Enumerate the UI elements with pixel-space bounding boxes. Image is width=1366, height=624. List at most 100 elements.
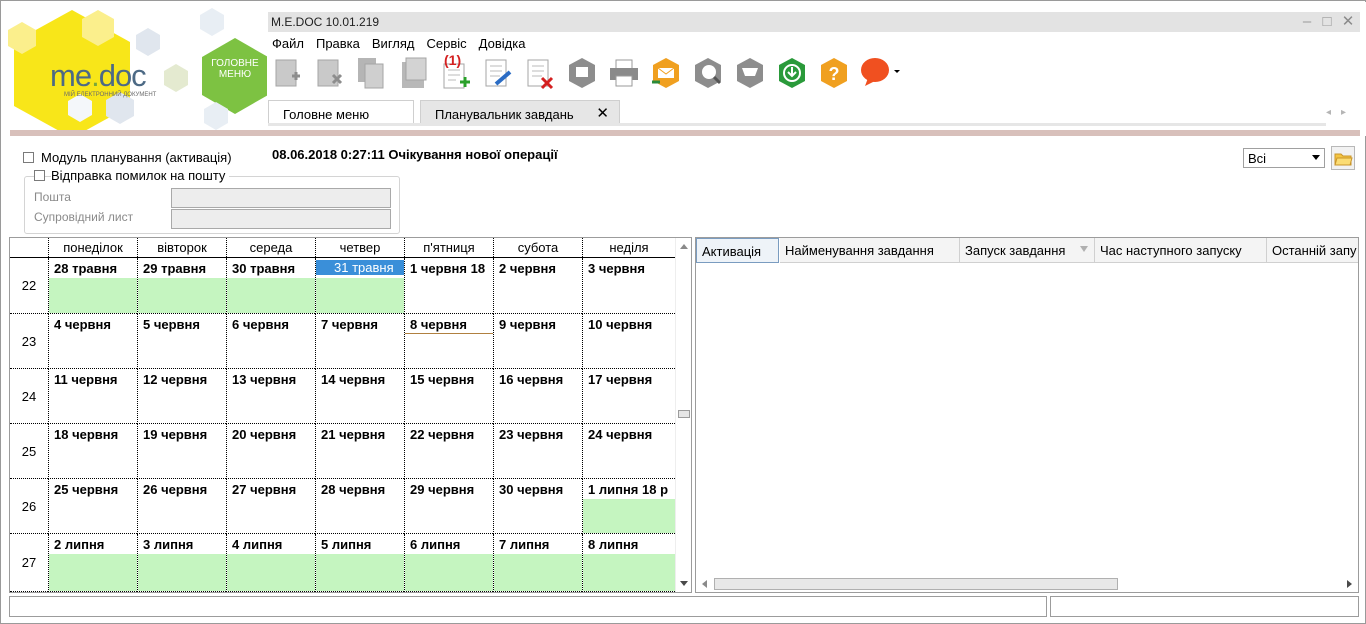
column-header-task-name[interactable]: Найменування завдання: [780, 238, 960, 263]
send-errors-checkbox[interactable]: [34, 170, 45, 181]
calendar-day-cell[interactable]: 29 травня: [137, 258, 226, 314]
calendar-date-label: 31 травня: [316, 260, 404, 275]
calendar-day-cell[interactable]: 7 липня: [493, 534, 582, 592]
filter-icon[interactable]: [1080, 246, 1088, 252]
menu-edit[interactable]: Правка: [316, 36, 360, 52]
receive-icon[interactable]: [692, 56, 724, 90]
column-header-last-run[interactable]: Останній запу: [1267, 238, 1358, 263]
help-icon[interactable]: ?: [818, 56, 850, 90]
new-doc-icon[interactable]: [272, 56, 304, 90]
print-icon[interactable]: [608, 56, 640, 90]
calendar-day-cell[interactable]: 11 червня: [48, 369, 137, 424]
scheduled-task-highlight: [405, 554, 493, 591]
calendar-day-cell[interactable]: 21 червня: [315, 424, 404, 479]
send-icon[interactable]: [650, 56, 682, 90]
scroll-right-icon[interactable]: [1347, 580, 1352, 588]
calendar-day-cell[interactable]: 12 червня: [137, 369, 226, 424]
column-header-activation[interactable]: Активація: [696, 238, 779, 263]
window-title: M.E.DOC 10.01.219: [271, 15, 380, 29]
calendar-day-cell[interactable]: 2 липня: [48, 534, 137, 592]
calendar-day-cell[interactable]: 26 червня: [137, 479, 226, 534]
calendar-day-cell[interactable]: 19 червня: [137, 424, 226, 479]
calendar-day-cell[interactable]: 17 червня: [582, 369, 675, 424]
column-header-task-start[interactable]: Запуск завдання: [960, 238, 1095, 263]
calendar-day-cell[interactable]: 31 травня: [315, 258, 404, 314]
grid-horizontal-scrollbar[interactable]: [696, 576, 1358, 592]
calendar-day-cell[interactable]: 1 липня 18 р: [582, 479, 675, 534]
inbox-icon[interactable]: [734, 56, 766, 90]
calendar-day-cell[interactable]: 3 червня: [582, 258, 675, 314]
tab-scroll-arrows[interactable]: ◂▸: [1326, 107, 1356, 118]
calendar-day-cell[interactable]: 22 червня: [404, 424, 493, 479]
calendar-day-cell[interactable]: 10 червня: [582, 314, 675, 369]
calendar-day-cell[interactable]: 16 червня: [493, 369, 582, 424]
menu-service[interactable]: Сервіс: [427, 36, 467, 52]
maximize-button[interactable]: □: [1318, 13, 1336, 31]
scheduled-task-highlight: [316, 554, 404, 591]
calendar-day-cell[interactable]: 5 липня: [315, 534, 404, 592]
main-menu-hex-button[interactable]: ГОЛОВНЕ МЕНЮ: [204, 58, 266, 80]
calendar-day-cell[interactable]: 15 червня: [404, 369, 493, 424]
calendar-day-cell[interactable]: 23 червня: [493, 424, 582, 479]
filter-select[interactable]: Всі: [1243, 148, 1325, 168]
calendar-day-cell[interactable]: 18 червня: [48, 424, 137, 479]
tab-task-scheduler-label: Планувальник завдань: [435, 107, 574, 122]
calendar-day-cell[interactable]: 4 липня: [226, 534, 315, 592]
scroll-left-icon[interactable]: [702, 580, 707, 588]
calendar-day-cell[interactable]: 27 червня: [226, 479, 315, 534]
open-folder-button[interactable]: [1331, 146, 1355, 170]
archive-icon[interactable]: [566, 56, 598, 90]
calendar-scrollbar[interactable]: [675, 238, 691, 592]
tab-main-menu[interactable]: Головне меню: [268, 100, 414, 124]
calendar-day-cell[interactable]: 2 червня: [493, 258, 582, 314]
calendar-day-cell[interactable]: 5 червня: [137, 314, 226, 369]
scroll-thumb[interactable]: [714, 578, 1118, 590]
calendar-day-cell[interactable]: 8 червня: [404, 314, 493, 369]
column-header-next-run[interactable]: Час наступного запуску: [1095, 238, 1267, 263]
tab-task-scheduler[interactable]: Планувальник завдань ✕: [420, 100, 620, 124]
calendar-date-label: 8 липня: [588, 537, 639, 552]
scroll-down-icon[interactable]: [680, 581, 688, 586]
calendar-day-cell[interactable]: 4 червня: [48, 314, 137, 369]
menu-file[interactable]: Файл: [272, 36, 304, 52]
remove-icon[interactable]: [524, 56, 556, 90]
mail-label: Пошта: [34, 190, 71, 204]
scroll-up-icon[interactable]: [680, 244, 688, 249]
calendar-day-cell[interactable]: 30 червня: [493, 479, 582, 534]
update-icon[interactable]: [776, 56, 808, 90]
calendar-day-cell[interactable]: 28 червня: [315, 479, 404, 534]
scroll-thumb[interactable]: [678, 410, 690, 418]
menu-help[interactable]: Довідка: [479, 36, 526, 52]
calendar-day-cell[interactable]: 29 червня: [404, 479, 493, 534]
calendar-date-label: 20 червня: [232, 427, 297, 442]
paste-doc-icon[interactable]: [398, 56, 430, 90]
mail-field[interactable]: [171, 188, 391, 208]
planning-module-checkbox[interactable]: [23, 152, 34, 163]
delete-doc-icon[interactable]: [314, 56, 346, 90]
calendar-day-cell[interactable]: 9 червня: [493, 314, 582, 369]
cover-letter-field[interactable]: [171, 209, 391, 229]
calendar-day-cell[interactable]: 7 червня: [315, 314, 404, 369]
edit-icon[interactable]: [482, 56, 514, 90]
close-window-button[interactable]: ✕: [1339, 13, 1357, 31]
calendar-day-cell[interactable]: 3 липня: [137, 534, 226, 592]
scheduled-task-highlight: [49, 278, 137, 313]
menu-view[interactable]: Вигляд: [372, 36, 415, 52]
calendar-day-cell[interactable]: 6 червня: [226, 314, 315, 369]
calendar-day-cell[interactable]: 13 червня: [226, 369, 315, 424]
minimize-button[interactable]: –: [1298, 13, 1316, 31]
logo-tagline: МІЙ ЕЛЕКТРОННИЙ ДОКУМЕНТ: [64, 92, 157, 98]
scheduled-task-highlight: [138, 278, 226, 313]
copy-doc-icon[interactable]: [356, 56, 388, 90]
calendar-day-cell[interactable]: 14 червня: [315, 369, 404, 424]
calendar-day-cell[interactable]: 30 травня: [226, 258, 315, 314]
close-tab-icon[interactable]: ✕: [596, 104, 609, 122]
calendar-day-cell[interactable]: 1 червня 18: [404, 258, 493, 314]
calendar-day-cell[interactable]: 24 червня: [582, 424, 675, 479]
calendar-day-cell[interactable]: 20 червня: [226, 424, 315, 479]
calendar-day-cell[interactable]: 25 червня: [48, 479, 137, 534]
calendar-day-cell[interactable]: 6 липня: [404, 534, 493, 592]
feedback-icon[interactable]: [860, 56, 900, 90]
calendar-day-cell[interactable]: 28 травня: [48, 258, 137, 314]
calendar-day-cell[interactable]: 8 липня: [582, 534, 675, 592]
